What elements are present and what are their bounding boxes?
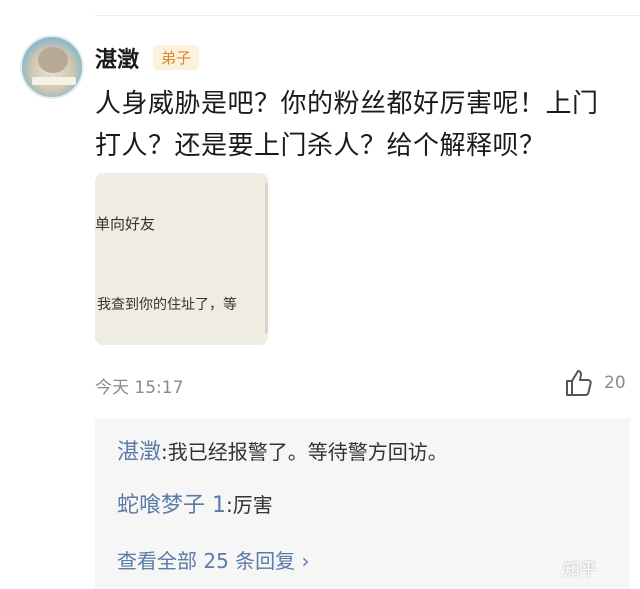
replies-panel: 湛澂:我已经报警了。等待警方回访。 蛇喰梦子 1:厉害 查看全部 25 条回复 …: [95, 418, 630, 589]
reply-item[interactable]: 湛澂:我已经报警了。等待警方回访。: [117, 434, 448, 466]
thumbs-up-icon[interactable]: [564, 368, 594, 398]
reply-author[interactable]: 蛇喰梦子 1: [117, 493, 226, 518]
user-badge: 弟子: [153, 45, 200, 70]
avatar-figure: [38, 47, 68, 73]
avatar-banner: [32, 77, 76, 85]
comment-time: 今天 15:17: [95, 378, 184, 398]
comment-username[interactable]: 湛澂: [95, 42, 139, 74]
top-divider: [95, 15, 640, 16]
image-text-line-1: 单向好友: [95, 215, 156, 233]
reply-text: :厉害: [226, 493, 273, 517]
image-text-line-2: 我查到你的住址了，等: [97, 297, 237, 313]
view-all-replies-link[interactable]: 查看全部 25 条回复 ›: [117, 545, 310, 574]
reply-text: :我已经报警了。等待警方回访。: [161, 440, 448, 464]
comment-image[interactable]: 单向好友 我查到你的住址了，等: [95, 173, 268, 345]
user-avatar[interactable]: [20, 35, 84, 99]
image-edge: [265, 183, 268, 333]
comment-text: 人身威胁是吧？你的粉丝都好厉害呢！上门打人？还是要上门杀人？给个解释呗？: [95, 89, 599, 161]
like-count: 20: [604, 373, 626, 393]
reply-author[interactable]: 湛澂: [117, 440, 161, 465]
reply-item[interactable]: 蛇喰梦子 1:厉害: [117, 487, 273, 519]
zhihu-watermark: 知乎: [563, 560, 597, 580]
